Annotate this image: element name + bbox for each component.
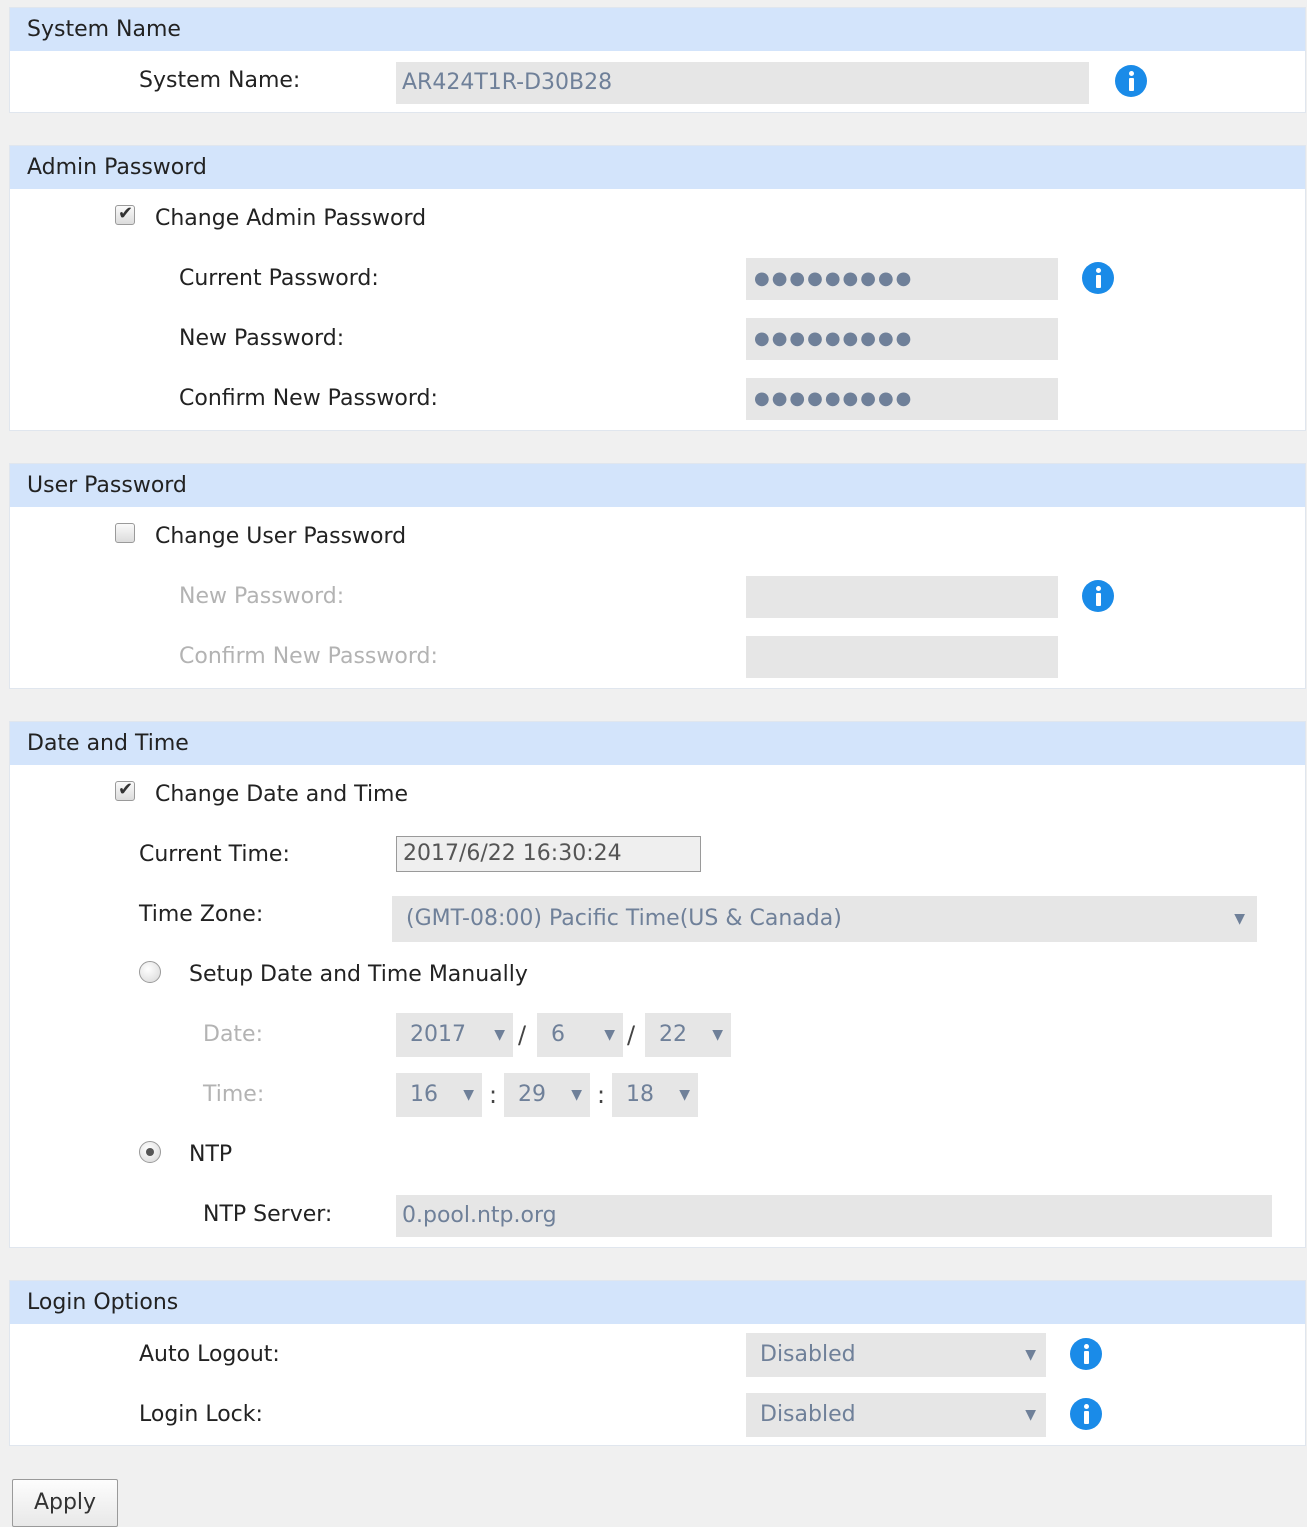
second-select[interactable]: 18 ▼ [612, 1073, 698, 1117]
chevron-down-icon: ▼ [1025, 1407, 1036, 1423]
admin-password-header: Admin Password [10, 146, 1305, 189]
ntp-server-input[interactable]: 0.pool.ntp.org [396, 1195, 1272, 1237]
change-user-password-label: Change User Password [155, 524, 407, 549]
section-title: System Name [27, 17, 181, 42]
time-zone-label: Time Zone: [139, 902, 264, 927]
month-select[interactable]: 6 ▼ [537, 1013, 623, 1057]
chevron-down-icon: ▼ [604, 1027, 615, 1043]
day-select[interactable]: 22 ▼ [645, 1013, 731, 1057]
current-password-input[interactable]: ●●●●●●●●● [746, 258, 1058, 300]
system-name-section: System Name System Name: AR424T1R-D30B28 [9, 7, 1306, 113]
new-password-input[interactable]: ●●●●●●●●● [746, 318, 1058, 360]
minute-select[interactable]: 29 ▼ [504, 1073, 590, 1117]
chevron-down-icon: ▼ [463, 1087, 474, 1103]
change-admin-password-checkbox[interactable] [115, 203, 135, 225]
login-options-header: Login Options [10, 1281, 1305, 1324]
user-confirm-password-input[interactable] [746, 636, 1058, 678]
change-date-time-label: Change Date and Time [155, 782, 409, 807]
date-label: Date: [203, 1022, 263, 1047]
auto-logout-select[interactable]: Disabled ▼ [746, 1333, 1046, 1377]
new-password-label: New Password: [179, 326, 345, 351]
auto-logout-label: Auto Logout: [139, 1342, 280, 1367]
login-lock-label: Login Lock: [139, 1402, 263, 1427]
info-icon[interactable] [1082, 580, 1114, 612]
day-value: 22 [659, 1022, 687, 1047]
date-separator: / [627, 1021, 636, 1049]
ntp-server-label: NTP Server: [203, 1202, 333, 1227]
info-icon[interactable] [1070, 1398, 1102, 1430]
change-user-password-checkbox[interactable] [115, 523, 135, 543]
time-separator: : [597, 1081, 606, 1109]
chevron-down-icon: ▼ [679, 1087, 690, 1103]
section-title: Login Options [27, 1290, 179, 1315]
manual-date-time-radio[interactable] [139, 961, 161, 983]
date-separator: / [518, 1021, 527, 1049]
ntp-radio[interactable] [139, 1141, 161, 1163]
chevron-down-icon: ▼ [494, 1027, 505, 1043]
confirm-password-label: Confirm New Password: [179, 386, 438, 411]
year-value: 2017 [410, 1022, 466, 1047]
auto-logout-value: Disabled [760, 1342, 856, 1367]
current-password-label: Current Password: [179, 266, 379, 291]
ntp-label: NTP [189, 1142, 233, 1167]
chevron-down-icon: ▼ [1025, 1347, 1036, 1363]
user-new-password-input[interactable] [746, 576, 1058, 618]
user-password-header: User Password [10, 464, 1305, 507]
info-icon[interactable] [1082, 262, 1114, 294]
user-confirm-password-label: Confirm New Password: [179, 644, 438, 669]
second-value: 18 [626, 1082, 654, 1107]
time-zone-select[interactable]: (GMT-08:00) Pacific Time(US & Canada) ▼ [392, 896, 1257, 942]
admin-password-section: Admin Password Change Admin Password Cur… [9, 145, 1306, 431]
time-zone-value: (GMT-08:00) Pacific Time(US & Canada) [406, 906, 842, 931]
system-name-input[interactable]: AR424T1R-D30B28 [396, 62, 1089, 104]
login-lock-value: Disabled [760, 1402, 856, 1427]
system-name-label: System Name: [139, 68, 301, 93]
minute-value: 29 [518, 1082, 546, 1107]
year-select[interactable]: 2017 ▼ [396, 1013, 513, 1057]
section-title: Date and Time [27, 731, 189, 756]
apply-button[interactable]: Apply [12, 1479, 118, 1527]
manual-date-time-label: Setup Date and Time Manually [189, 962, 528, 987]
chevron-down-icon: ▼ [712, 1027, 723, 1043]
date-time-section: Date and Time Change Date and Time Curre… [9, 721, 1306, 1248]
chevron-down-icon: ▼ [1234, 911, 1245, 927]
time-separator: : [489, 1081, 498, 1109]
change-date-time-checkbox[interactable] [115, 779, 135, 801]
date-time-header: Date and Time [10, 722, 1305, 765]
system-name-header: System Name [10, 8, 1305, 51]
confirm-password-input[interactable]: ●●●●●●●●● [746, 378, 1058, 420]
info-icon[interactable] [1115, 65, 1147, 97]
hour-select[interactable]: 16 ▼ [396, 1073, 482, 1117]
change-admin-password-label: Change Admin Password [155, 206, 427, 231]
current-time-field: 2017/6/22 16:30:24 [396, 836, 701, 872]
month-value: 6 [551, 1022, 565, 1047]
user-password-section: User Password Change User Password New P… [9, 463, 1306, 689]
login-options-section: Login Options Auto Logout: Disabled ▼ Lo… [9, 1280, 1306, 1446]
login-lock-select[interactable]: Disabled ▼ [746, 1393, 1046, 1437]
hour-value: 16 [410, 1082, 438, 1107]
section-title: User Password [27, 473, 187, 498]
info-icon[interactable] [1070, 1338, 1102, 1370]
time-label: Time: [203, 1082, 265, 1107]
chevron-down-icon: ▼ [571, 1087, 582, 1103]
user-new-password-label: New Password: [179, 584, 345, 609]
current-time-label: Current Time: [139, 842, 290, 867]
section-title: Admin Password [27, 155, 207, 180]
